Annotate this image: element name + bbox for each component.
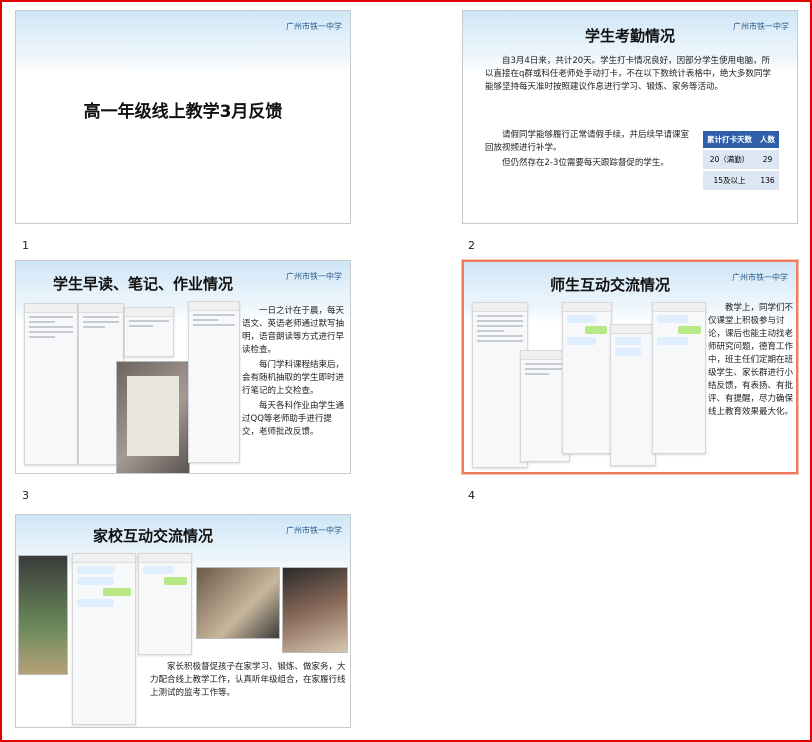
slide-thumbnail-2[interactable]: 广州市铁一中学 学生考勤情况 自3月4日来，共计20天。学生打卡情况良好，因部分… — [462, 10, 798, 224]
paragraph: 但仍然存在2-3位需要每天跟踪督促的学生。 — [502, 158, 669, 168]
home-photo — [18, 555, 68, 675]
slide-number: 3 — [22, 489, 29, 502]
slide-title: 学生早读、笔记、作业情况 — [52, 275, 233, 293]
paragraph: 一日之计在于晨，每天语文、英语老师通过默写抽明，语音朗读等方式进行早读检查。 — [242, 306, 345, 355]
table-cell: 136 — [756, 169, 779, 190]
phone-screenshot — [188, 301, 240, 463]
chat-screenshot — [72, 553, 136, 725]
school-logo: 广州市铁一中学 — [286, 272, 342, 281]
table-cell: 20（满勤） — [703, 148, 756, 170]
slide-number: 2 — [468, 239, 475, 252]
notebook-photo — [116, 361, 190, 473]
slide-thumbnail-4[interactable]: 广州市铁一中学 师生互动交流情况 教学上，同学们不仅课堂上积极参与讨论，课后也能… — [462, 260, 798, 474]
slide-body-text: 教学上，同学们不仅课堂上积极参与讨论，课后也能主动找老师研究问题，德育工作中，班… — [708, 302, 794, 421]
home-photo — [196, 567, 280, 639]
phone-screenshot — [124, 307, 174, 357]
school-logo: 广州市铁一中学 — [732, 273, 788, 282]
table-header: 人数 — [756, 131, 779, 149]
paragraph: 每门学科课程结束后，会有随机抽取的学生即时进行笔记的上交检查。 — [242, 360, 345, 396]
home-photo — [282, 567, 348, 653]
chat-screenshot — [652, 302, 706, 454]
table-cell: 29 — [756, 148, 779, 170]
paragraph: 教学上，同学们不仅课堂上积极参与讨论，课后也能主动找老师研究问题，德育工作中，班… — [708, 303, 794, 417]
school-logo: 广州市铁一中学 — [286, 22, 342, 31]
slide-title: 高一年级线上教学3月反馈 — [83, 102, 283, 122]
paragraph: 自3月4日来，共计20天。学生打卡情况良好，因部分学生使用电脑，所以直接在q群或… — [485, 56, 771, 92]
table-row: 20（满勤） 29 — [703, 148, 779, 170]
school-logo: 广州市铁一中学 — [286, 526, 342, 535]
slide-body-text: 家长积极督促孩子在家学习、锻炼、做家务，大力配合线上教学工作，认真听年级组合，在… — [150, 661, 346, 702]
slide-body-text: 请假同学能够履行正常请假手续，并后续早请课室回放视频进行补学。 但仍然存在2-3… — [485, 129, 695, 172]
chat-screenshot — [138, 553, 192, 655]
school-logo: 广州市铁一中学 — [733, 22, 789, 31]
table-header: 累计打卡天数 — [703, 131, 756, 149]
slide-number: 1 — [22, 239, 29, 252]
paragraph: 家长积极督促孩子在家学习、锻炼、做家务，大力配合线上教学工作，认真听年级组合，在… — [150, 662, 346, 698]
paragraph: 每天各科作业由学生通过QQ等老师助手进行提交，老师批改反馈。 — [242, 401, 345, 437]
slide-body-text: 自3月4日来，共计20天。学生打卡情况良好，因部分学生使用电脑，所以直接在q群或… — [485, 55, 777, 96]
slide-number: 4 — [468, 489, 475, 502]
slide-title: 家校互动交流情况 — [92, 527, 213, 545]
phone-screenshot — [24, 303, 78, 465]
slide-thumbnail-5[interactable]: 广州市铁一中学 家校互动交流情况 家长积极督促孩子在家学习、锻炼、做家务，大力配… — [15, 514, 351, 728]
slide-thumbnail-1[interactable]: 广州市铁一中学 高一年级线上教学3月反馈 — [15, 10, 351, 224]
attendance-table: 累计打卡天数 人数 20（满勤） 29 15及以上 136 — [703, 131, 779, 190]
slide-body-text: 一日之计在于晨，每天语文、英语老师通过默写抽明，语音朗读等方式进行早读检查。 每… — [242, 305, 346, 441]
chat-screenshot — [562, 302, 612, 454]
chat-screenshot — [610, 324, 656, 466]
slide-thumbnail-3[interactable]: 广州市铁一中学 学生早读、笔记、作业情况 一日之计在于晨，每天语文、英语老师通过… — [15, 260, 351, 474]
table-cell: 15及以上 — [703, 169, 756, 190]
table-row: 15及以上 136 — [703, 169, 779, 190]
slide-title: 学生考勤情况 — [584, 27, 675, 45]
paragraph: 请假同学能够履行正常请假手续，并后续早请课室回放视频进行补学。 — [485, 130, 690, 153]
slide-title: 师生互动交流情况 — [549, 276, 670, 294]
slide-header-band — [16, 11, 350, 69]
